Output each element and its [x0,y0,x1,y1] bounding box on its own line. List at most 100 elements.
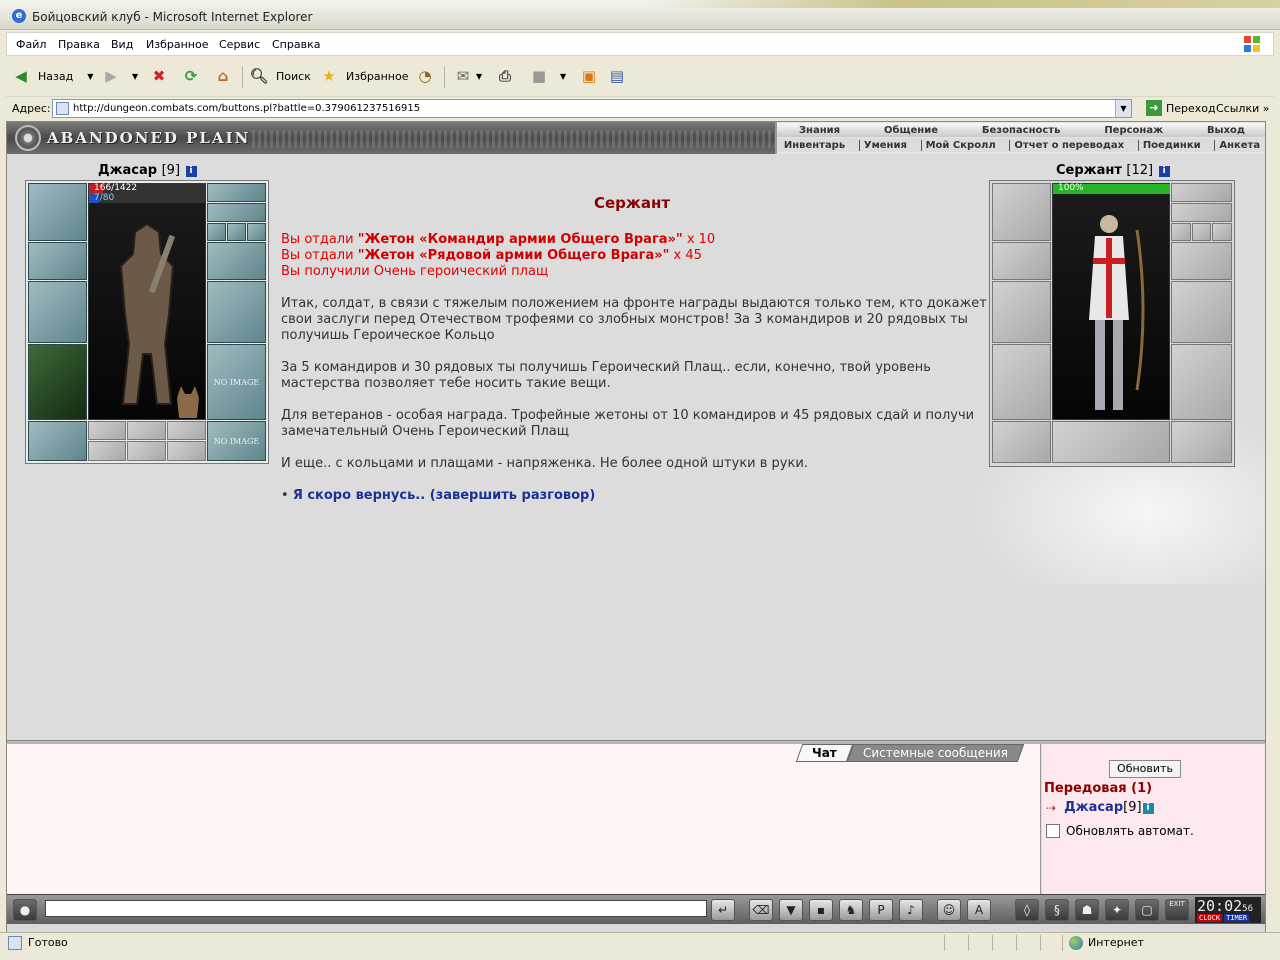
weapon-slot[interactable] [28,281,87,343]
forward-button[interactable]: ▶ ▼ [100,64,138,88]
home-button[interactable]: ⌂ [212,64,234,88]
ring-slot-1[interactable] [88,421,126,440]
belt-slot[interactable] [28,421,87,461]
scroll-icon[interactable]: § [1045,899,1069,921]
chat-log[interactable]: Чат Системные сообщения [7,744,1041,894]
npc-avatar[interactable]: 100% [1052,183,1170,420]
online-user-info-icon[interactable]: i [1142,803,1154,814]
ring-slot-a[interactable] [207,223,226,241]
npc-earrings-slot[interactable] [1171,183,1232,202]
menu-tools[interactable]: Сервис [219,38,260,51]
bracers-slot[interactable] [28,242,87,280]
nav-security[interactable]: Безопасность [982,125,1061,136]
discuss-button[interactable]: ▣ [578,64,600,88]
potion-slot-3[interactable] [167,441,206,461]
filter-icon[interactable]: ▼ [779,899,803,921]
ring-slot-b[interactable] [227,223,246,241]
potion-slot-2[interactable] [127,441,166,461]
cloak-slot[interactable] [28,344,87,420]
eraser-icon[interactable]: ⌫ [749,899,773,921]
send-icon[interactable]: ↵ [711,899,735,921]
print-button[interactable]: ⎙ [494,64,516,88]
npc-armor-slot[interactable] [992,344,1051,420]
npc-belt-slot[interactable] [992,421,1051,463]
npc-ring-slot-c[interactable] [1212,223,1232,241]
go-button[interactable]: ➜ Переход [1146,100,1216,116]
nav-skills[interactable]: Умения [858,139,907,151]
fighter-icon[interactable]: ♞ [839,899,863,921]
end-conversation-link[interactable]: Я скоро вернусь.. (завершить разговор) [293,488,595,503]
stop-button[interactable]: ✖ [148,64,170,88]
mail-button[interactable]: ✉ ▼ [452,64,482,88]
back-dropdown-icon[interactable]: ▼ [87,72,93,81]
clan-icon[interactable]: ☗ [1075,899,1099,921]
lock-icon[interactable]: ▢ [1135,899,1159,921]
npc-info-icon[interactable]: i [1158,166,1170,177]
gloves-slot[interactable] [207,242,266,280]
menu-file[interactable]: Файл [16,38,46,51]
npc-amulet-slot[interactable] [1171,203,1232,222]
menu-help[interactable]: Справка [272,38,320,51]
nav-transfer-report[interactable]: Отчет о переводах [1009,139,1124,151]
favorites-button[interactable]: ★ Избранное [318,64,408,88]
translit-icon[interactable]: A [967,899,991,921]
search-button[interactable]: 🔍︎ Поиск [248,64,310,88]
menu-edit[interactable]: Правка [58,38,100,51]
address-dropdown-icon[interactable]: ▼ [1115,100,1131,117]
nav-character[interactable]: Персонаж [1104,125,1163,136]
ring-slot-3[interactable] [167,421,206,440]
tab-chat[interactable]: Чат [795,744,854,762]
private-log-icon[interactable]: P [869,899,893,921]
effects-icon[interactable]: ✦ [1105,899,1129,921]
npc-ring-slot-b[interactable] [1192,223,1211,241]
nav-my-scroll[interactable]: Мой Скролл [920,139,996,151]
player-avatar[interactable]: 166/1422 7/80 [88,183,206,420]
menu-view[interactable]: Вид [111,38,133,51]
nav-communication[interactable]: Общение [884,125,938,136]
boots-slot[interactable]: NO IMAGE [207,421,266,461]
nav-exit[interactable]: Выход [1207,125,1245,136]
npc-ring-slot-a[interactable] [1171,223,1191,241]
back-button[interactable]: ◀ Назад ▼ [10,64,93,88]
npc-weapon-slot[interactable] [992,281,1051,343]
npc-bracers-slot[interactable] [992,242,1051,280]
npc-helmet-slot[interactable] [992,183,1051,241]
player-info-icon[interactable]: i [185,166,197,177]
nav-profile[interactable]: Анкета [1214,139,1260,151]
smiley-head-icon[interactable]: ● [13,899,37,921]
smile-icon[interactable]: ☺ [937,899,961,921]
chat-input[interactable] [45,900,707,917]
edit-dropdown-icon[interactable]: ▼ [560,72,566,81]
address-input[interactable]: http://dungeon.combats.com/buttons.pl?ba… [52,99,1132,118]
npc-rings-slot[interactable] [1052,421,1170,463]
private-message-icon[interactable]: ⇢ [1046,801,1056,815]
forward-dropdown-icon[interactable]: ▼ [132,72,138,81]
amulet-slot[interactable] [207,203,266,222]
menu-favorites[interactable]: Избранное [146,38,208,51]
nav-knowledge[interactable]: Знания [799,125,840,136]
refresh-button[interactable]: ⟳ [180,64,202,88]
exit-game-icon[interactable]: EXIT [1165,899,1189,921]
npc-leggings-slot[interactable] [1171,344,1232,420]
ring-slot-c[interactable] [247,223,266,241]
tab-system-messages[interactable]: Системные сообщения [846,744,1024,762]
nav-inventory[interactable]: Инвентарь [784,140,845,151]
npc-gloves-slot[interactable] [1171,242,1232,280]
sound-icon[interactable]: ♪ [899,899,923,921]
potion-slot-1[interactable] [88,441,126,461]
links-button[interactable]: Ссылки » [1216,102,1269,115]
bag-icon[interactable]: ◊ [1015,899,1039,921]
save-log-icon[interactable]: ▪ [809,899,833,921]
nav-duels[interactable]: Поединки [1137,139,1201,151]
ring-slot-2[interactable] [127,421,166,440]
npc-shield-slot[interactable] [1171,281,1232,343]
history-button[interactable]: ◔ [414,64,436,88]
helmet-slot[interactable] [28,183,87,241]
refresh-button[interactable]: Обновить [1109,760,1181,778]
auto-refresh-checkbox[interactable] [1046,824,1060,838]
earrings-slot[interactable] [207,183,266,202]
leggings-slot[interactable]: NO IMAGE [207,344,266,420]
mail-dropdown-icon[interactable]: ▼ [476,72,482,81]
player-name-text[interactable]: Джасар [98,163,157,178]
edit-button[interactable]: ■ ▼ [528,64,566,88]
